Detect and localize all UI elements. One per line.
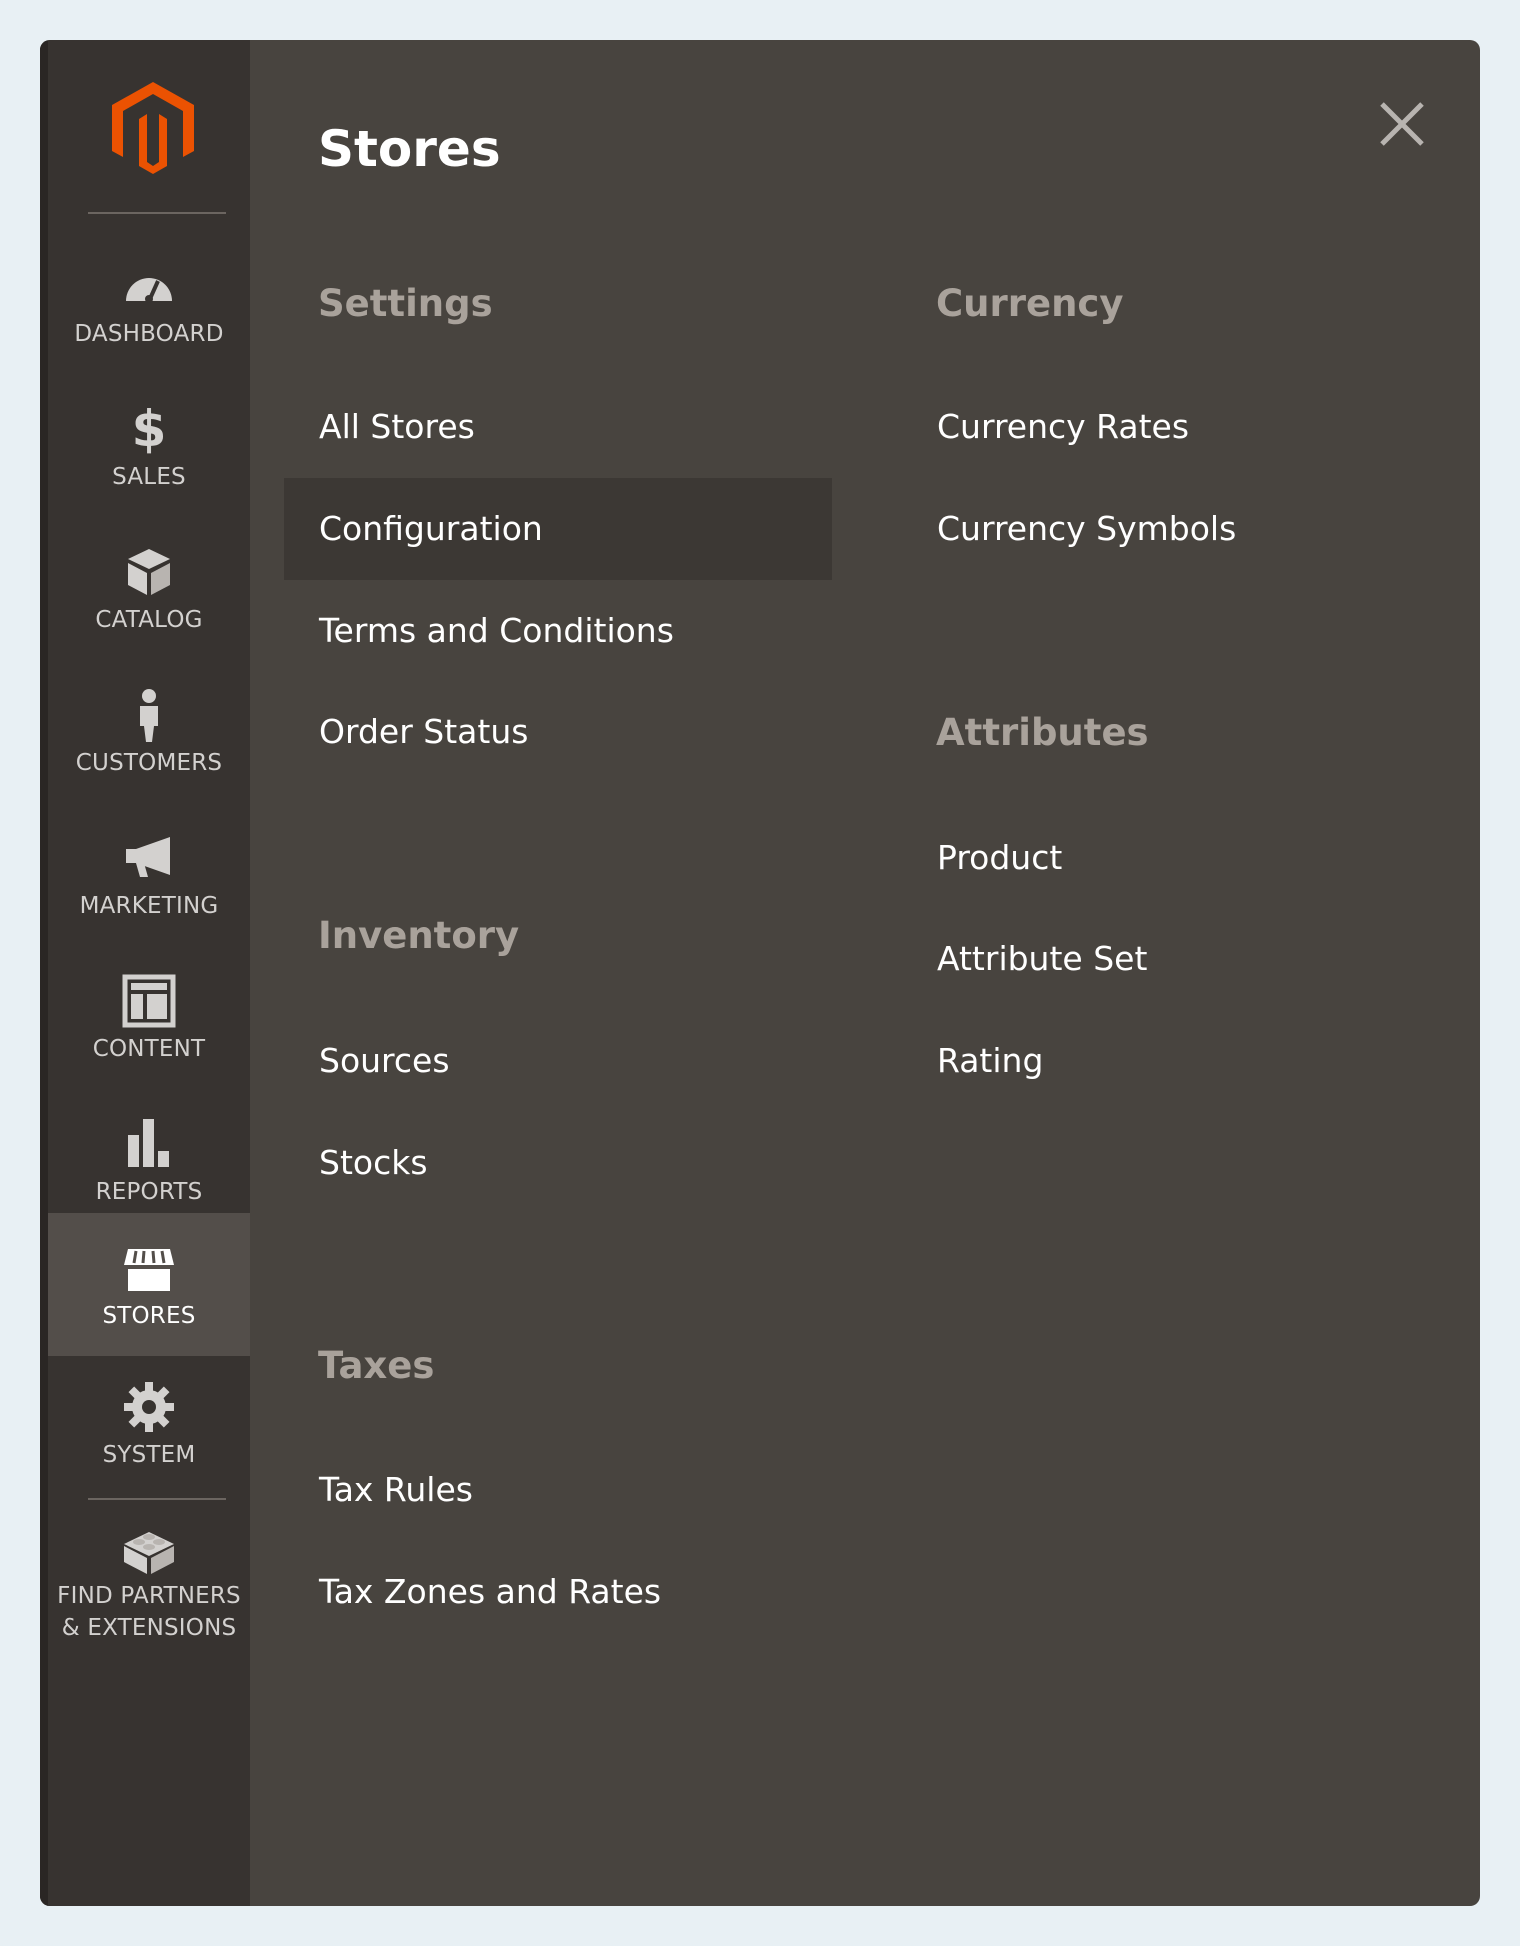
section-heading-currency: Currency xyxy=(936,282,1124,325)
sidebar: DASHBOARD $ SALES CATALOG CUSTOMERS MARK… xyxy=(40,40,250,1906)
sidebar-item-label: REPORTS xyxy=(95,1179,203,1205)
menu-link-rating[interactable]: Rating xyxy=(902,1010,1450,1112)
box-icon xyxy=(128,549,170,595)
menu-link-currency-rates[interactable]: Currency Rates xyxy=(902,376,1450,478)
sidebar-item-find-partners[interactable]: FIND PARTNERS & EXTENSIONS xyxy=(48,1512,250,1682)
sidebar-separator xyxy=(88,1498,226,1500)
dollar-icon: $ xyxy=(131,400,167,458)
sidebar-separator xyxy=(88,212,226,214)
megaphone-icon xyxy=(126,837,170,877)
sidebar-item-label-line2: & EXTENSIONS xyxy=(61,1615,237,1641)
dashboard-icon xyxy=(126,278,172,303)
menu-link-product[interactable]: Product xyxy=(902,807,1450,909)
menu-link-currency-symbols[interactable]: Currency Symbols xyxy=(902,478,1450,580)
sidebar-item-label: CUSTOMERS xyxy=(75,750,223,776)
layout-icon xyxy=(122,974,176,1028)
sidebar-item-catalog[interactable]: CATALOG xyxy=(48,521,250,664)
menu-link-configuration[interactable]: Configuration xyxy=(284,478,832,580)
sidebar-item-label-line1: FIND PARTNERS xyxy=(57,1583,241,1609)
section-heading-taxes: Taxes xyxy=(318,1344,435,1387)
sidebar-item-label: MARKETING xyxy=(79,893,219,919)
sidebar-item-customers[interactable]: CUSTOMERS xyxy=(48,664,250,807)
storefront-icon xyxy=(124,1249,174,1291)
menu-link-stocks[interactable]: Stocks xyxy=(284,1112,832,1214)
sidebar-item-content[interactable]: CONTENT xyxy=(48,950,250,1093)
menu-link-tax-rules[interactable]: Tax Rules xyxy=(284,1439,832,1541)
sidebar-item-dashboard[interactable]: DASHBOARD xyxy=(48,235,250,378)
menu-link-terms-and-conditions[interactable]: Terms and Conditions xyxy=(284,580,832,682)
sidebar-item-label: STORES xyxy=(102,1303,196,1329)
sidebar-item-marketing[interactable]: MARKETING xyxy=(48,807,250,950)
sidebar-item-label: CONTENT xyxy=(92,1036,206,1062)
person-icon xyxy=(140,689,158,742)
sidebar-item-label: CATALOG xyxy=(95,607,203,633)
sidebar-item-label: DASHBOARD xyxy=(74,321,224,347)
menu-link-all-stores[interactable]: All Stores xyxy=(284,376,832,478)
sidebar-item-system[interactable]: SYSTEM xyxy=(48,1356,250,1499)
close-icon[interactable] xyxy=(1370,92,1434,156)
menu-link-attribute-set[interactable]: Attribute Set xyxy=(902,908,1450,1010)
page-title: Stores xyxy=(318,120,501,178)
section-heading-attributes: Attributes xyxy=(936,711,1149,754)
sidebar-item-label: SALES xyxy=(112,464,186,490)
bar-chart-icon xyxy=(128,1119,169,1167)
magento-logo-icon[interactable] xyxy=(110,80,196,176)
sidebar-item-label: FIND PARTNERS & EXTENSIONS xyxy=(48,1580,250,1644)
sidebar-item-sales[interactable]: $ SALES xyxy=(48,378,250,521)
sidebar-item-label: SYSTEM xyxy=(102,1442,196,1468)
sidebar-item-stores[interactable]: STORES xyxy=(48,1213,250,1356)
gear-icon xyxy=(124,1382,174,1432)
section-heading-inventory: Inventory xyxy=(318,914,520,957)
lego-brick-icon xyxy=(124,1532,174,1574)
admin-menu-window: DASHBOARD $ SALES CATALOG CUSTOMERS MARK… xyxy=(40,40,1480,1906)
menu-link-sources[interactable]: Sources xyxy=(284,1010,832,1112)
section-heading-settings: Settings xyxy=(318,282,493,325)
menu-link-order-status[interactable]: Order Status xyxy=(284,681,832,783)
menu-link-tax-zones-and-rates[interactable]: Tax Zones and Rates xyxy=(284,1541,832,1643)
